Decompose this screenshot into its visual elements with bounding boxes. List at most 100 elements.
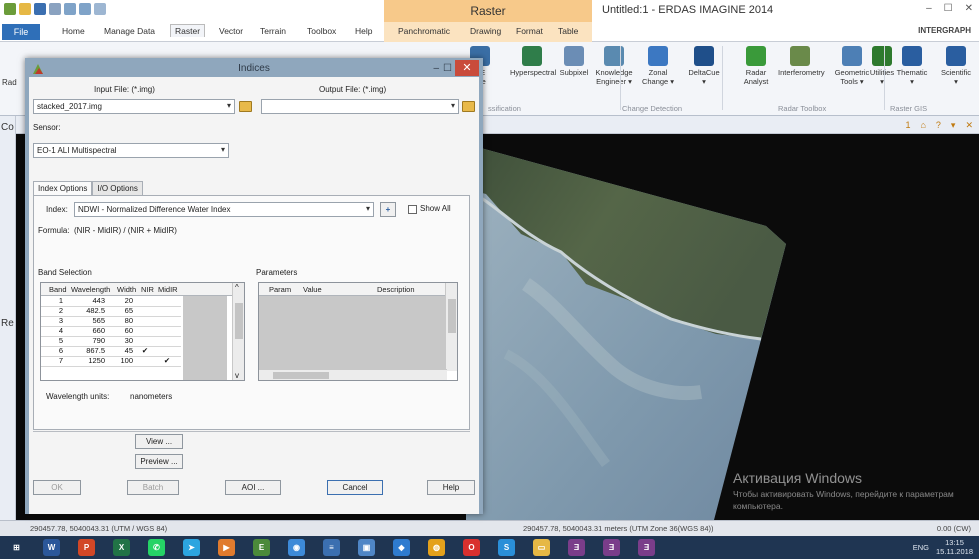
- dialog-minimize-icon[interactable]: –: [433, 63, 439, 74]
- table-row[interactable]: 1 443 20: [41, 297, 181, 307]
- dialog-close-icon[interactable]: ✕: [455, 60, 479, 76]
- retriever-panel-label[interactable]: Re: [1, 318, 14, 329]
- table-row[interactable]: 3 565 80: [41, 317, 181, 327]
- ribbon-button[interactable]: Hyperspectral: [510, 46, 556, 77]
- notes-icon[interactable]: ≡: [323, 539, 340, 556]
- tab-toolbox[interactable]: Toolbox: [307, 26, 336, 36]
- ribbon-button[interactable]: Knowledge Engineer ▾: [592, 46, 636, 86]
- viewer-home-icon[interactable]: ⌂: [920, 120, 925, 131]
- tab-file[interactable]: File: [2, 24, 40, 40]
- folder-icon[interactable]: ▭: [533, 539, 550, 556]
- telegram-icon[interactable]: ➤: [183, 539, 200, 556]
- scrollbar-thumb[interactable]: [448, 299, 456, 333]
- ribbon-button[interactable]: Thematic ▾: [890, 46, 934, 86]
- table-row[interactable]: 5 790 30: [41, 337, 181, 347]
- viewer-help-icon[interactable]: ?: [936, 120, 941, 131]
- index-select[interactable]: NDWI - Normalized Difference Water Index…: [74, 202, 374, 217]
- table-row[interactable]: 4 660 60: [41, 327, 181, 337]
- chevron-down-icon[interactable]: ▾: [227, 101, 231, 110]
- view-button[interactable]: View ...: [135, 434, 183, 449]
- param-table-hscrollbar[interactable]: [259, 369, 447, 380]
- maximize-icon[interactable]: ☐: [944, 3, 953, 14]
- tab-raster[interactable]: Raster: [170, 24, 206, 37]
- tab-io-options[interactable]: I/O Options: [92, 181, 143, 195]
- ribbon-button[interactable]: Scientific ▾: [934, 46, 978, 86]
- tab-index-options[interactable]: Index Options: [33, 181, 93, 195]
- show-all-checkbox[interactable]: [408, 205, 417, 214]
- whatsapp-icon[interactable]: ✆: [148, 539, 165, 556]
- raster-context-tab[interactable]: Raster: [384, 0, 592, 22]
- undo-icon[interactable]: [64, 3, 76, 15]
- scroll-down-icon[interactable]: v: [235, 371, 239, 380]
- scrollbar-thumb[interactable]: [273, 372, 329, 379]
- powerpoint-icon[interactable]: P: [78, 539, 95, 556]
- aoi-button[interactable]: AOI ...: [225, 480, 281, 495]
- tab-format[interactable]: Format: [516, 26, 543, 36]
- print-icon[interactable]: [49, 3, 61, 15]
- erdas-icon-3[interactable]: Ǝ: [638, 539, 655, 556]
- output-file-field[interactable]: ▾: [261, 99, 459, 114]
- close-icon[interactable]: ✕: [965, 3, 973, 14]
- input-file-field[interactable]: stacked_2017.img ▾: [33, 99, 235, 114]
- parameters-table[interactable]: Param Value Description: [258, 282, 458, 381]
- tab-terrain[interactable]: Terrain: [260, 26, 286, 36]
- scroll-up-icon[interactable]: ^: [235, 283, 239, 292]
- band-table-scrollbar[interactable]: ^ v: [232, 283, 244, 380]
- opera-icon[interactable]: O: [463, 539, 480, 556]
- output-folder-icon[interactable]: [462, 101, 475, 112]
- chevron-down-icon[interactable]: ▾: [451, 101, 455, 110]
- add-index-button[interactable]: +: [380, 202, 396, 217]
- tab-vector[interactable]: Vector: [219, 26, 243, 36]
- maps-icon[interactable]: ◆: [393, 539, 410, 556]
- table-row[interactable]: 2 482.5 65: [41, 307, 181, 317]
- word-icon[interactable]: W: [43, 539, 60, 556]
- band-cell-nir[interactable]: ✔: [137, 347, 153, 355]
- viewer-dropdown-icon[interactable]: ▾: [951, 120, 956, 131]
- scrollbar-thumb[interactable]: [235, 303, 243, 339]
- help-button[interactable]: Help: [427, 480, 475, 495]
- band-selection-table[interactable]: Band Wavelength Width NIR MidIR 1 443 20 2 4…: [40, 282, 245, 381]
- ok-button[interactable]: OK: [33, 480, 81, 495]
- tab-help[interactable]: Help: [355, 26, 372, 36]
- contents-panel-label[interactable]: Co: [1, 122, 14, 133]
- tab-manage-data[interactable]: Manage Data: [104, 26, 155, 36]
- clock[interactable]: 13:15 15.11.2018: [936, 538, 973, 556]
- ribbon-button[interactable]: Zonal Change ▾: [636, 46, 680, 86]
- satellite-image[interactable]: [466, 134, 786, 520]
- erdas-app-icon[interactable]: E: [253, 539, 270, 556]
- skype-icon[interactable]: S: [498, 539, 515, 556]
- chrome-icon[interactable]: ◍: [428, 539, 445, 556]
- erdas-icon-2[interactable]: Ǝ: [603, 539, 620, 556]
- ribbon-button[interactable]: DeltaCue ▾: [682, 46, 726, 86]
- language-indicator[interactable]: ENG: [913, 543, 929, 552]
- param-table-scrollbar[interactable]: [445, 283, 457, 371]
- preview-button[interactable]: Preview ...: [135, 454, 183, 469]
- media-icon[interactable]: ▶: [218, 539, 235, 556]
- image-viewer-icon[interactable]: ▣: [358, 539, 375, 556]
- cancel-button[interactable]: Cancel: [327, 480, 383, 495]
- sensor-select[interactable]: EO-1 ALI Multispectral ▾: [33, 143, 229, 158]
- tab-panchromatic[interactable]: Panchromatic: [398, 26, 450, 36]
- viewer-one-icon[interactable]: 1: [905, 120, 910, 131]
- chevron-down-icon[interactable]: ▾: [221, 145, 225, 154]
- minimize-icon[interactable]: –: [926, 3, 932, 14]
- tab-home[interactable]: Home: [62, 26, 85, 36]
- batch-button[interactable]: Batch: [127, 480, 179, 495]
- tab-table[interactable]: Table: [558, 26, 578, 36]
- excel-icon[interactable]: X: [113, 539, 130, 556]
- table-row[interactable]: 7 1250 100 ✔: [41, 357, 181, 367]
- band-cell-midir[interactable]: ✔: [155, 357, 179, 365]
- redo-icon[interactable]: [79, 3, 91, 15]
- search-app-icon[interactable]: ◉: [288, 539, 305, 556]
- chevron-down-icon[interactable]: ▾: [366, 204, 370, 213]
- save-icon[interactable]: [34, 3, 46, 15]
- open-icon[interactable]: [19, 3, 31, 15]
- windows-start-icon[interactable]: ⊞: [8, 539, 25, 556]
- erdas-icon-1[interactable]: Ǝ: [568, 539, 585, 556]
- dialog-maximize-icon[interactable]: ☐: [443, 63, 452, 74]
- ribbon-button[interactable]: Interferometry: [778, 46, 825, 77]
- table-row[interactable]: 6 867.5 45 ✔: [41, 347, 181, 357]
- ribbon-button[interactable]: Radar Analyst: [734, 46, 778, 86]
- dialog-title-bar[interactable]: Indices – ☐ ✕: [29, 60, 479, 77]
- tab-drawing[interactable]: Drawing: [470, 26, 501, 36]
